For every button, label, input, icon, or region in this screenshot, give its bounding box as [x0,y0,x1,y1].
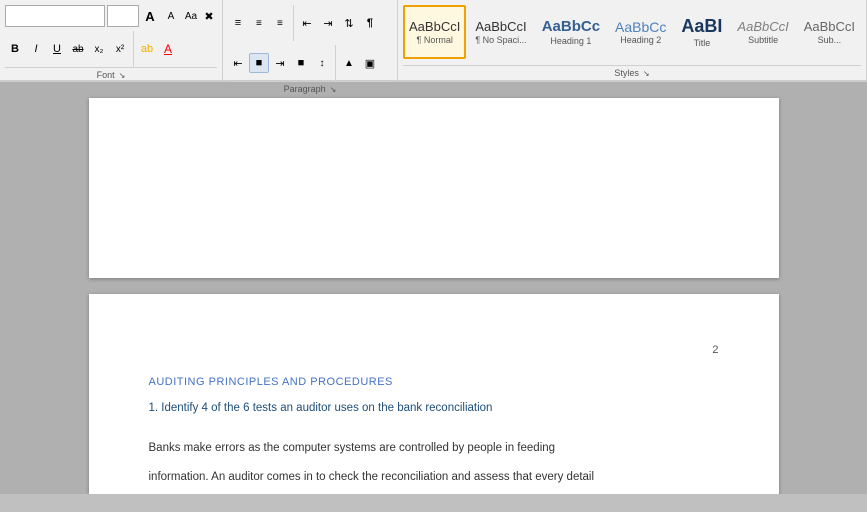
superscript-button[interactable]: x² [110,39,130,59]
bullets-button[interactable]: ≡ [228,13,248,33]
borders-button[interactable]: ▣ [360,53,380,73]
page-number: 2 [149,344,719,356]
paragraph-pane: ≡ ≡ ≡ ⇤ ⇥ ⇅ ¶ ⇤ ■ ⇥ ■ ↕ ▲ ▣ Paragraph [223,0,398,80]
show-paragraph-button[interactable]: ¶ [360,13,380,33]
shading-button[interactable]: ▲ [339,53,359,73]
justify-button[interactable]: ■ [291,53,311,73]
styles-pane: AaBbCcI ¶ Normal AaBbCcI ¶ No Spaci... A… [398,0,867,80]
bold-button[interactable]: B [5,39,25,59]
multilevel-button[interactable]: ≡ [270,13,290,33]
line-spacing-button[interactable]: ↕ [312,53,332,73]
grow-font-button[interactable]: A [140,6,160,26]
decrease-indent-button[interactable]: ⇤ [297,13,317,33]
sort-button[interactable]: ⇅ [339,13,359,33]
style-no-spacing[interactable]: AaBbCcI ¶ No Spaci... [469,5,532,59]
style-subtitle[interactable]: AaBbCcI Subtitle [731,5,794,59]
style-title[interactable]: AaBI Title [675,5,728,59]
font-expand-icon[interactable]: ↘ [119,71,126,80]
style-normal[interactable]: AaBbCcI ¶ Normal [403,5,466,59]
shrink-font-button[interactable]: A [161,6,181,26]
numbering-button[interactable]: ≡ [249,13,269,33]
align-right-button[interactable]: ⇥ [270,53,290,73]
document-paragraph-1: Banks make errors as the computer system… [149,438,719,459]
ribbon: Calibri 12 A A Aa ✖ B I U ab x₂ x² ab A [0,0,867,82]
styles-controls: AaBbCcI ¶ Normal AaBbCcI ¶ No Spaci... A… [403,3,861,65]
paragraph-controls: ≡ ≡ ≡ ⇤ ⇥ ⇅ ¶ ⇤ ■ ⇥ ■ ↕ ▲ ▣ [228,3,392,81]
style-heading1[interactable]: AaBbCc Heading 1 [536,5,606,59]
italic-button[interactable]: I [26,39,46,59]
highlight-button[interactable]: ab [137,39,157,59]
subscript-button[interactable]: x₂ [89,39,109,59]
document-paragraph-2: information. An auditor comes in to chec… [149,467,719,488]
styles-section-label: Styles ↘ [403,65,861,78]
font-color-button[interactable]: A [158,39,178,59]
document-question: 1. Identify 4 of the 6 tests an auditor … [149,402,719,414]
align-left-button[interactable]: ⇤ [228,53,248,73]
increase-indent-button[interactable]: ⇥ [318,13,338,33]
style-heading2[interactable]: AaBbCc Heading 2 [609,5,672,59]
paragraph-section-label: Paragraph ↘ [228,81,392,94]
font-controls: Calibri 12 A A Aa ✖ B I U ab x₂ x² ab A [5,3,217,67]
font-section-label: Font ↘ [5,67,217,80]
case-button[interactable]: Aa [183,6,199,26]
document-heading: AUDITING PRINCIPLES AND PROCEDURES [149,376,719,388]
font-pane: Calibri 12 A A Aa ✖ B I U ab x₂ x² ab A [0,0,223,80]
page-2: 2 AUDITING PRINCIPLES AND PROCEDURES 1. … [89,294,779,494]
strikethrough-button[interactable]: ab [68,39,88,59]
style-sub[interactable]: AaBbCcI Sub... [798,5,861,59]
styles-expand-icon[interactable]: ↘ [643,69,650,78]
paragraph-expand-icon[interactable]: ↘ [330,85,337,94]
clear-format-button[interactable]: ✖ [201,6,217,26]
font-size-input[interactable]: 12 [107,5,139,27]
document-area: 2 AUDITING PRINCIPLES AND PROCEDURES 1. … [0,82,867,494]
font-name-input[interactable]: Calibri [5,5,105,27]
align-center-button[interactable]: ■ [249,53,269,73]
underline-button[interactable]: U [47,39,67,59]
page-1 [89,98,779,278]
